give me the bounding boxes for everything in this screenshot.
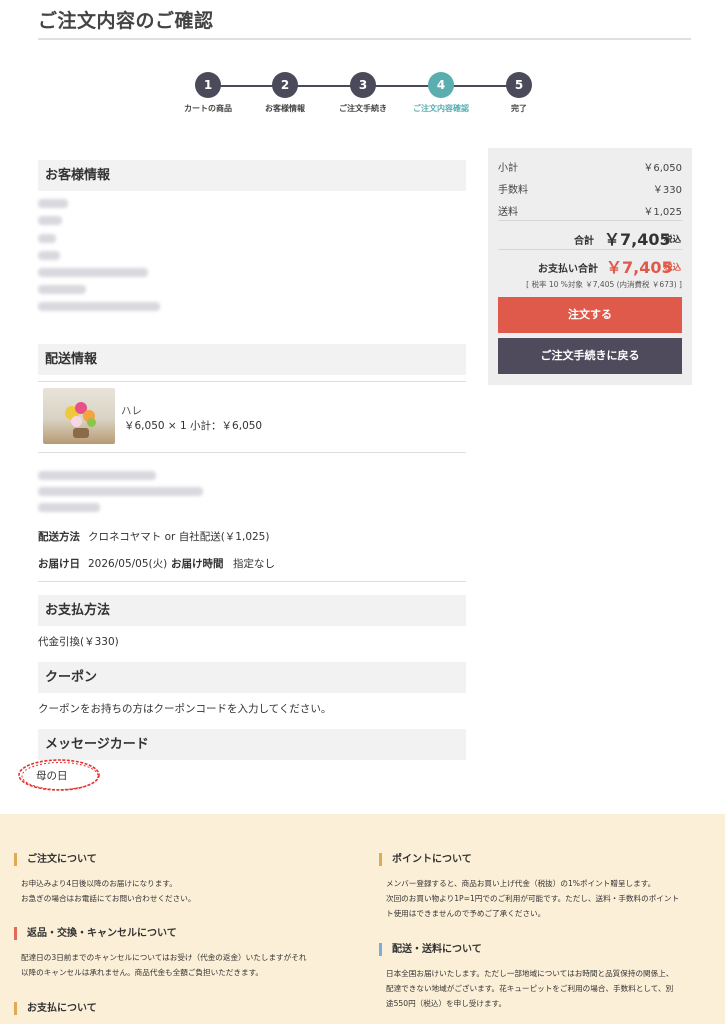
title-divider <box>38 38 691 40</box>
payment-method-header: お支払方法 <box>38 595 466 626</box>
footer-return-text: 配達日の3日前までのキャンセルについてはお受け（代金の返金）いたしますがそれ 以… <box>21 953 307 977</box>
divider <box>38 381 466 382</box>
step-label: 完了 <box>511 104 527 113</box>
step-number: 3 <box>350 72 376 98</box>
pay-total-value: ￥7,405 <box>606 258 673 277</box>
redacted-text <box>38 487 203 496</box>
delivery-date-value: 2026/05/05(火) <box>88 558 168 570</box>
message-card-header: メッセージカード <box>38 729 466 760</box>
shipping-fee-label: 送料 <box>498 207 518 218</box>
total-tax-label: 税込 <box>664 235 682 245</box>
footer-order-heading: ご注文について <box>14 853 97 866</box>
coupon-instruction: クーポンをお持ちの方はクーポンコードを入力してください。 <box>38 703 332 715</box>
product-image <box>43 388 115 444</box>
tax-breakdown-note: [ 税率 10 %対象 ￥7,405 (内消費税 ￥673) ] <box>526 280 682 289</box>
place-order-button[interactable]: 注文する <box>498 297 682 333</box>
redacted-text <box>38 268 148 277</box>
subtotal-value: ￥6,050 <box>643 163 682 174</box>
redacted-text <box>38 503 100 512</box>
order-summary-panel: 小計 ￥6,050 手数料 ￥330 送料 ￥1,025 合計 ￥7,405 税… <box>488 148 692 385</box>
footer-payment-heading: お支払について <box>14 1002 97 1015</box>
total-value: ￥7,405 <box>604 230 671 249</box>
redacted-text <box>38 234 56 243</box>
footer-return-heading: 返品・交換・キャンセルについて <box>14 927 177 940</box>
fee-label: 手数料 <box>498 185 528 196</box>
delivery-time-value: 指定なし <box>233 558 275 570</box>
product-price-line: ￥6,050 × 1 小計：￥6,050 <box>124 420 263 432</box>
redacted-text <box>38 199 68 208</box>
redacted-text <box>38 471 156 480</box>
step-number: 1 <box>195 72 221 98</box>
redacted-text <box>38 216 62 225</box>
delivery-time-label: お届け時間 <box>171 558 224 570</box>
back-to-checkout-button[interactable]: ご注文手続きに戻る <box>498 338 682 374</box>
divider <box>498 220 682 221</box>
product-name: ハレ <box>121 405 142 417</box>
total-label: 合計 <box>574 236 594 247</box>
step-complete: 5 完了 <box>469 72 569 114</box>
message-card-value: 母の日 <box>36 770 68 782</box>
step-number: 2 <box>272 72 298 98</box>
shipping-fee-value: ￥1,025 <box>643 207 682 218</box>
divider <box>38 452 466 453</box>
redacted-text <box>38 285 86 294</box>
footer-order-text: お申込みより4日後以降のお届けになります。 お急ぎの場合はお電話にてお問い合わせ… <box>21 879 196 903</box>
coupon-header: クーポン <box>38 662 466 693</box>
divider <box>38 581 466 582</box>
pay-total-label: お支払い合計 <box>538 264 598 275</box>
pay-total-tax-label: 税込 <box>664 263 682 273</box>
delivery-info-header: 配送情報 <box>38 344 466 375</box>
step-number: 5 <box>506 72 532 98</box>
shipping-method-label: 配送方法 <box>38 531 80 543</box>
redacted-text <box>38 251 60 260</box>
page-title: ご注文内容のご確認 <box>38 10 214 32</box>
customer-info-header: お客様情報 <box>38 160 466 191</box>
delivery-date-label: お届け日 <box>38 558 80 570</box>
fee-value: ￥330 <box>652 185 682 196</box>
footer-point-heading: ポイントについて <box>379 853 472 866</box>
subtotal-label: 小計 <box>498 163 518 174</box>
redacted-text <box>38 302 160 311</box>
divider <box>498 249 682 250</box>
shipping-method-value: クロネコヤマト or 自社配送(￥1,025) <box>88 531 270 543</box>
step-number: 4 <box>428 72 454 98</box>
footer-point-text: メンバー登録すると、商品お買い上げ代金（税抜）の1%ポイント贈呈します。 次回の… <box>386 879 680 918</box>
footer-shipping-heading: 配送・送料について <box>379 943 482 956</box>
footer-info: ご注文について お申込みより4日後以降のお届けになります。 お急ぎの場合はお電話… <box>0 814 725 1024</box>
payment-method-value: 代金引換(￥330) <box>38 636 119 648</box>
footer-shipping-text: 日本全国お届けいたします。ただし一部地域についてはお時間と品質保持の関係上、 配… <box>386 969 674 1008</box>
